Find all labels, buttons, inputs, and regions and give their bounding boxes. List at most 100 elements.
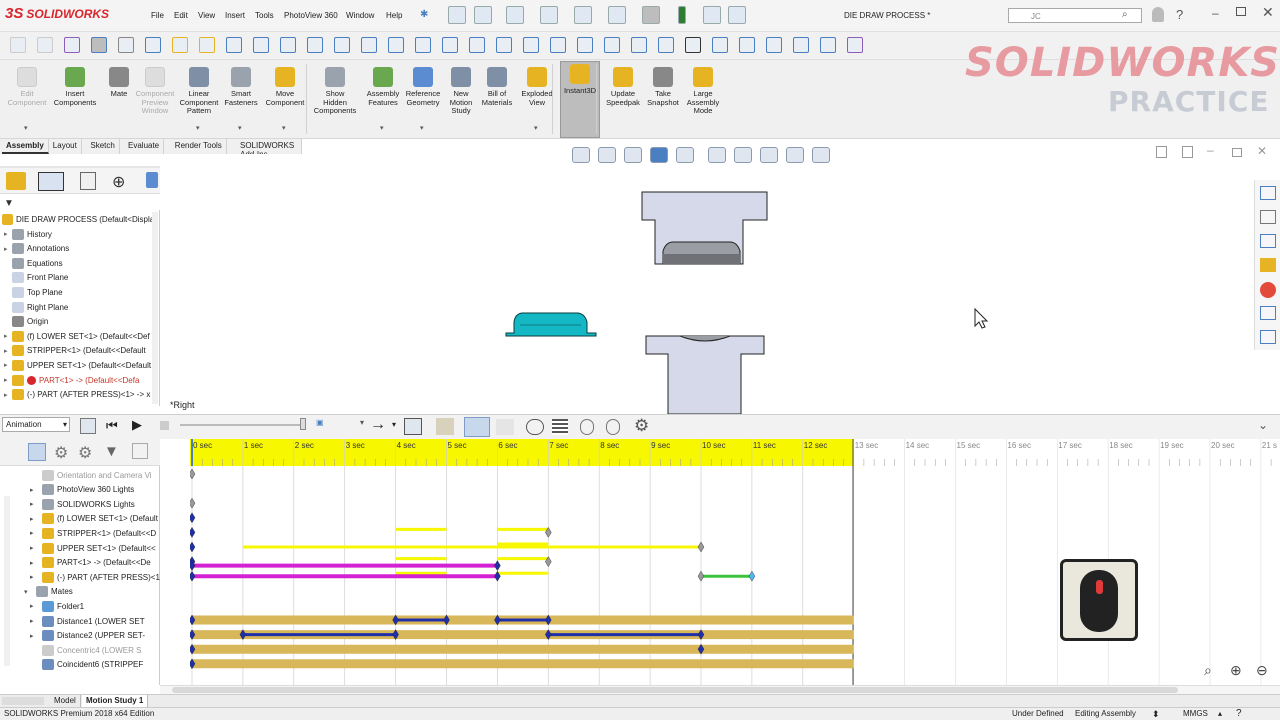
- solidworks-logo[interactable]: 3S SOLIDWORKS: [5, 5, 109, 22]
- file-explorer-icon[interactable]: [1260, 234, 1276, 248]
- filter-icon[interactable]: ▼: [4, 198, 14, 209]
- unit-dropdown-icon[interactable]: ▴: [1218, 709, 1222, 718]
- zoom-to-fit-icon[interactable]: ⌕: [1204, 662, 1212, 679]
- selection-filter-icon[interactable]: [172, 37, 188, 53]
- keypoint[interactable]: [188, 541, 196, 553]
- feature-tree-item[interactable]: ▸ UPPER SET<1> (Default<<Default: [4, 358, 151, 372]
- tab-layout[interactable]: Layout: [49, 139, 82, 154]
- dropdown-arrow-icon[interactable]: ▾: [282, 124, 286, 132]
- dropdown-arrow-icon[interactable]: ▾: [380, 124, 384, 132]
- instant3d-button[interactable]: Instant3D: [560, 61, 600, 138]
- selection-filter-icon[interactable]: [712, 37, 728, 53]
- feature-tree-item[interactable]: Right Plane: [4, 300, 68, 314]
- playback-speed-select[interactable]: ▣ ▾: [316, 418, 364, 432]
- gravity-icon[interactable]: [606, 419, 620, 435]
- zoom-out-icon[interactable]: ⊖: [1256, 662, 1268, 679]
- doc-minimize-icon[interactable]: –: [1207, 143, 1214, 157]
- menu-photoview-360[interactable]: PhotoView 360: [284, 11, 338, 20]
- show-hidden-components-button[interactable]: Show Hidden Components: [312, 65, 358, 137]
- feature-tree-item[interactable]: ▸ STRIPPER<1> (Default<<Default: [4, 344, 146, 358]
- motion-tree-item[interactable]: ▸ UPPER SET<1> (Default<<: [30, 541, 156, 555]
- selection-filter-icon[interactable]: [253, 37, 269, 53]
- rebuild-icon[interactable]: [678, 6, 686, 24]
- feature-manager-tab[interactable]: [6, 172, 26, 190]
- menu-insert[interactable]: Insert: [225, 11, 245, 20]
- motion-tree-item[interactable]: ▸ (-) PART (AFTER PRESS)<1: [30, 570, 160, 584]
- home-icon[interactable]: [1260, 186, 1276, 200]
- upper-die[interactable]: [641, 191, 768, 265]
- tab-assembly[interactable]: Assembly: [2, 139, 49, 154]
- contact-icon[interactable]: [580, 419, 594, 435]
- undo-icon[interactable]: [608, 6, 626, 24]
- selection-filter-icon[interactable]: [280, 37, 296, 53]
- options-icon[interactable]: [728, 6, 746, 24]
- selection-filter-icon[interactable]: [685, 37, 701, 53]
- tab-sketch[interactable]: Sketch: [86, 139, 120, 154]
- selection-filter-icon[interactable]: [37, 37, 53, 53]
- viewport-single-icon[interactable]: [1182, 146, 1193, 158]
- selection-filter-icon[interactable]: [388, 37, 404, 53]
- collapse-all-icon[interactable]: [132, 443, 148, 459]
- doc-close-icon[interactable]: ✕: [1257, 144, 1267, 158]
- selection-filter-icon[interactable]: [91, 37, 107, 53]
- dropdown-arrow-icon[interactable]: ▾: [196, 124, 200, 132]
- collapse-motion-manager-icon[interactable]: ⌄: [1258, 418, 1268, 432]
- stop-icon[interactable]: [160, 421, 169, 430]
- selection-filter-icon[interactable]: [523, 37, 539, 53]
- dropdown-arrow-icon[interactable]: ▾: [420, 124, 424, 132]
- zoom-to-fit-icon[interactable]: [572, 147, 590, 163]
- edit-appearance-icon[interactable]: [760, 147, 778, 163]
- menu-help[interactable]: Help: [386, 11, 402, 20]
- keypoint[interactable]: [188, 527, 196, 538]
- tab-scroll-arrows[interactable]: [2, 697, 44, 705]
- appearances-icon[interactable]: [1260, 282, 1276, 298]
- timeline-scrollbar[interactable]: [160, 685, 1280, 694]
- view-orientation-icon[interactable]: [676, 147, 694, 163]
- home-icon[interactable]: [448, 6, 466, 24]
- selection-filter-icon[interactable]: [199, 37, 215, 53]
- section-view-icon[interactable]: [650, 147, 668, 163]
- tab-render-tools[interactable]: Render Tools: [171, 139, 227, 154]
- animation-wizard-icon[interactable]: [436, 418, 454, 435]
- selection-filter-icon[interactable]: [226, 37, 242, 53]
- design-library-icon[interactable]: [1260, 210, 1276, 224]
- selection-filter-icon[interactable]: [793, 37, 809, 53]
- motion-tree-item[interactable]: ▾ Mates: [24, 585, 73, 599]
- property-manager-tab[interactable]: [38, 172, 64, 191]
- feature-tree-item[interactable]: ▸ (-) PART (AFTER PRESS)<1> -> x (I: [4, 388, 157, 402]
- part-blank[interactable]: [505, 312, 597, 337]
- view-settings-icon[interactable]: [812, 147, 830, 163]
- open-icon[interactable]: [506, 6, 524, 24]
- new-document-icon[interactable]: [474, 6, 492, 24]
- motion-tree-item[interactable]: ▸ SOLIDWORKS Lights: [30, 497, 135, 511]
- zoom-area-icon[interactable]: [598, 147, 616, 163]
- feature-tree-item[interactable]: ▸ History: [4, 227, 52, 241]
- menu-tools[interactable]: Tools: [255, 11, 274, 20]
- selection-filter-icon[interactable]: [334, 37, 350, 53]
- large-assembly-mode-button[interactable]: Large Assembly Mode: [680, 65, 726, 137]
- menu-window[interactable]: Window: [346, 11, 374, 20]
- graphics-area[interactable]: *Right: [160, 154, 1250, 415]
- insert-components-button[interactable]: Insert Components: [52, 65, 98, 137]
- filter-animated-icon[interactable]: [28, 443, 46, 461]
- playback-slider-thumb[interactable]: [300, 418, 306, 430]
- minimize-icon[interactable]: –: [1212, 6, 1219, 20]
- rebuild-icon[interactable]: ⬍: [1152, 709, 1160, 720]
- feature-tree-item[interactable]: Origin: [4, 315, 48, 329]
- add-key-icon[interactable]: [496, 419, 514, 435]
- dimxpert-tab[interactable]: ⊕: [112, 172, 125, 192]
- view-palette-icon[interactable]: [1260, 258, 1276, 272]
- motion-tree-item[interactable]: ▸ PART<1> -> (Default<<De: [30, 556, 151, 570]
- display-manager-tab[interactable]: [146, 172, 158, 188]
- motor-icon[interactable]: [526, 419, 544, 435]
- feature-tree-root[interactable]: DIE DRAW PROCESS (Default<Display: [2, 212, 158, 226]
- save-icon[interactable]: [540, 6, 558, 24]
- selection-filter-icon[interactable]: [604, 37, 620, 53]
- dropdown-arrow-icon[interactable]: ▾: [24, 124, 28, 132]
- tab-motion-study-1[interactable]: Motion Study 1: [82, 695, 149, 707]
- hide-show-icon[interactable]: [734, 147, 752, 163]
- lower-die[interactable]: [645, 335, 765, 415]
- motion-tree-item[interactable]: ▸ PhotoView 360 Lights: [30, 483, 134, 497]
- feature-tree-item[interactable]: ▸ Annotations: [4, 242, 69, 256]
- motion-tree-item[interactable]: ▸ (f) LOWER SET<1> (Default: [30, 512, 158, 526]
